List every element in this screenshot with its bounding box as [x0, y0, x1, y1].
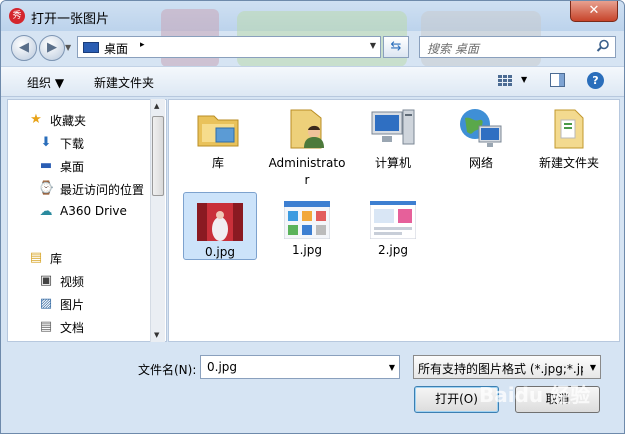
- help-icon[interactable]: ?: [587, 72, 604, 89]
- download-folder-icon: ⬇: [40, 135, 52, 150]
- title-bar[interactable]: 秀 打开一张图片 ✕: [1, 1, 624, 67]
- video-icon: ▣: [39, 273, 53, 288]
- nav-item-a360-drive[interactable]: ☁ A360 Drive: [38, 202, 166, 222]
- file-type-dropdown-icon[interactable]: ▼: [590, 363, 596, 372]
- desktop-icon: [83, 42, 99, 53]
- file-label: 新建文件夹: [538, 156, 599, 170]
- file-item-0-jpg[interactable]: 0.jpg: [183, 192, 257, 260]
- address-dropdown-icon[interactable]: ▼: [370, 41, 376, 50]
- image-thumbnail-icon: [369, 200, 417, 240]
- search-input[interactable]: 搜索 桌面: [419, 36, 616, 58]
- file-list-pane: 库 Administrator 计算机 网络 新建文件夹 0.jpg 1.jpg…: [168, 99, 620, 342]
- file-item-2-jpg[interactable]: 2.jpg: [353, 200, 433, 259]
- forward-button[interactable]: ▶: [39, 35, 65, 61]
- cancel-button[interactable]: 取消: [515, 386, 600, 413]
- file-type-select[interactable]: 所有支持的图片格式 (*.jpg;*.jp ▼: [413, 355, 601, 379]
- filename-value[interactable]: 0.jpg: [207, 360, 237, 374]
- nav-item-pictures[interactable]: ▨ 图片: [38, 294, 166, 314]
- nav-item-label: 视频: [60, 275, 85, 289]
- file-label: 计算机: [374, 156, 411, 170]
- desktop-icon: ▬: [39, 158, 53, 173]
- dialog-footer: 文件名(N): 0.jpg ▼ 所有支持的图片格式 (*.jpg;*.jp ▼ …: [1, 343, 624, 433]
- file-item-libraries[interactable]: 库: [178, 104, 258, 172]
- filename-label: 文件名(N):: [138, 363, 197, 377]
- refresh-button[interactable]: ⇆: [383, 36, 409, 58]
- nav-item-recent-places[interactable]: ⌚ 最近访问的位置: [38, 179, 166, 199]
- user-folder-icon: [283, 104, 331, 152]
- new-folder-button[interactable]: 新建文件夹: [94, 74, 154, 91]
- library-icon: ▤: [29, 250, 43, 265]
- organize-menu[interactable]: 组织 ▼: [27, 74, 64, 91]
- nav-item-label: 最近访问的位置: [60, 183, 145, 197]
- scroll-up-icon[interactable]: ▲: [154, 102, 159, 110]
- view-options-dropdown-icon[interactable]: ▼: [521, 75, 527, 84]
- computer-icon: [369, 104, 417, 152]
- window-title: 打开一张图片: [31, 12, 110, 27]
- address-bar[interactable]: 桌面 ▸ ▼: [77, 36, 381, 58]
- image-thumbnail-icon: [197, 203, 243, 241]
- app-icon: 秀: [9, 8, 25, 24]
- file-item-administrator[interactable]: Administrator: [267, 104, 347, 189]
- back-button[interactable]: ◀: [11, 35, 37, 61]
- navigation-pane: ★ 收藏夹 ⬇ 下载 ▬ 桌面 ⌚ 最近访问的位置 ☁ A360 Drive ▤…: [7, 99, 167, 342]
- file-label: Administrator: [268, 156, 346, 187]
- breadcrumb-arrow-icon[interactable]: ▸: [140, 40, 145, 50]
- nav-item-documents[interactable]: ▤ 文档: [38, 317, 166, 337]
- open-image-dialog: 秀 打开一张图片 ✕ ◀ ▶ ▼ 桌面 ▸ ▼ ⇆ 搜索 桌面 组织 ▼ 新建文…: [0, 0, 625, 434]
- change-view-icon[interactable]: [498, 75, 512, 87]
- nav-item-videos[interactable]: ▣ 视频: [38, 271, 166, 291]
- file-label: 库: [211, 156, 224, 170]
- folder-icon: [545, 104, 593, 152]
- nav-item-label: 收藏夹: [50, 114, 87, 128]
- command-toolbar: 组织 ▼ 新建文件夹 ▼ ?: [1, 66, 624, 97]
- preview-pane-icon[interactable]: [550, 73, 565, 87]
- nav-item-favorites[interactable]: ★ 收藏夹: [28, 110, 166, 130]
- search-icon[interactable]: [596, 39, 610, 57]
- nav-item-libraries[interactable]: ▤ 库: [28, 248, 166, 268]
- file-label: 0.jpg: [204, 245, 236, 259]
- filename-combobox[interactable]: 0.jpg ▼: [200, 355, 400, 379]
- close-button[interactable]: ✕: [570, 1, 618, 22]
- nav-item-label: 桌面: [60, 160, 85, 174]
- documents-icon: ▤: [39, 319, 53, 334]
- nav-item-downloads[interactable]: ⬇ 下载: [38, 133, 166, 153]
- nav-pane-scrollbar[interactable]: ▲ ▼: [150, 99, 165, 342]
- star-icon: ★: [30, 112, 42, 127]
- nav-item-label: 下载: [60, 137, 85, 151]
- navigation-bar: ◀ ▶ ▼ 桌面 ▸ ▼ ⇆ 搜索 桌面: [1, 31, 624, 63]
- file-item-new-folder[interactable]: 新建文件夹: [529, 104, 609, 172]
- scroll-down-icon[interactable]: ▼: [154, 331, 159, 339]
- open-button[interactable]: 打开(O): [414, 386, 499, 413]
- history-dropdown-icon[interactable]: ▼: [65, 43, 71, 52]
- nav-item-label: 文档: [60, 321, 85, 335]
- file-item-1-jpg[interactable]: 1.jpg: [267, 200, 347, 259]
- scrollbar-thumb[interactable]: [152, 116, 164, 196]
- nav-item-label: 图片: [60, 298, 85, 312]
- network-globe-icon: [457, 104, 505, 152]
- image-thumbnail-icon: [283, 200, 331, 240]
- file-label: 网络: [468, 156, 493, 170]
- address-location[interactable]: 桌面: [104, 40, 128, 57]
- recent-places-icon: ⌚: [38, 181, 55, 196]
- file-label: 2.jpg: [377, 243, 409, 257]
- pictures-icon: ▨: [39, 296, 53, 311]
- file-item-computer[interactable]: 计算机: [353, 104, 433, 172]
- nav-item-label: A360 Drive: [60, 204, 127, 218]
- cloud-drive-icon: ☁: [39, 204, 53, 219]
- nav-item-desktop[interactable]: ▬ 桌面: [38, 156, 166, 176]
- nav-item-label: 库: [50, 252, 63, 266]
- library-folder-icon: [194, 104, 242, 152]
- file-label: 1.jpg: [291, 243, 323, 257]
- filename-dropdown-icon[interactable]: ▼: [389, 363, 395, 372]
- file-item-network[interactable]: 网络: [441, 104, 521, 172]
- search-placeholder: 搜索 桌面: [427, 42, 479, 56]
- file-type-value: 所有支持的图片格式 (*.jpg;*.jp: [418, 362, 583, 376]
